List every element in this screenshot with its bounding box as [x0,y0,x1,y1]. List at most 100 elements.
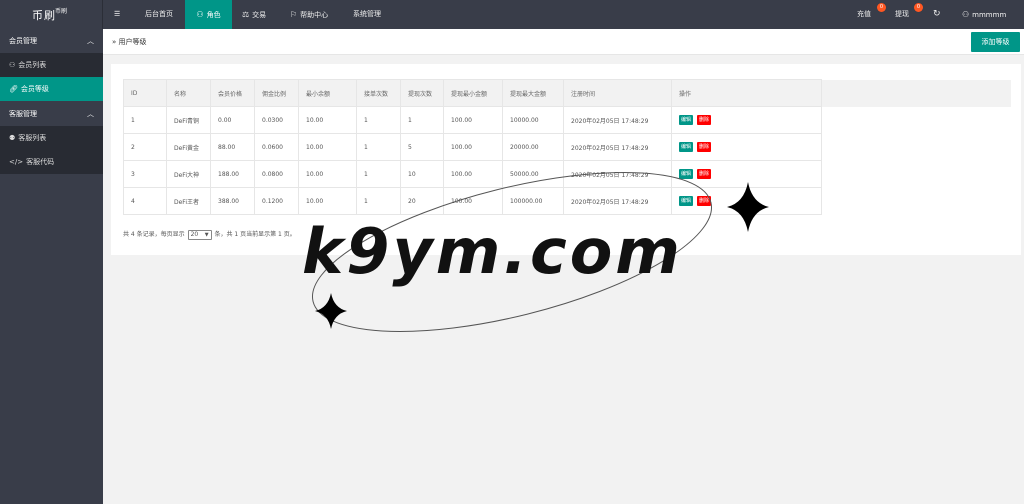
cell-order-count: 1 [356,106,401,134]
sidebar-item-service-code[interactable]: </> 客服代码 [0,150,103,174]
sidebar-group-member[interactable]: 会员管理 ︿ [0,29,103,53]
cell-actions: 编辑 删除 [671,106,822,134]
th-withdraw-count: 提现次数 [400,79,444,107]
th-reg-time: 注册时间 [563,79,672,107]
th-withdraw-min: 提现最小金额 [443,79,503,107]
logo-text: 币刷 [32,9,56,22]
cell-commission: 0.0800 [254,160,299,188]
chevron-up-icon: ︿ [87,37,94,45]
cell-id: 3 [123,160,167,188]
recharge-button[interactable]: 充值 [857,0,871,29]
delete-button[interactable]: 删除 [697,196,712,206]
th-price: 会员价格 [210,79,255,107]
sidebar-item-label: 会员列表 [18,61,47,69]
cell-withdraw-min: 100.00 [443,187,503,215]
cell-price: 388.00 [210,187,255,215]
cell-min-balance: 10.00 [298,106,357,134]
edit-button[interactable]: 编辑 [679,169,694,179]
cell-withdraw-min: 100.00 [443,160,503,188]
page-size-select[interactable]: 20 ▼ [187,229,212,240]
sidebar-item-service-list[interactable]: ⚉ 客服列表 [0,126,103,150]
th-commission: 佣金比例 [254,79,299,107]
cell-min-balance: 10.00 [298,133,357,161]
nav-home[interactable]: 后台首页 [134,0,184,29]
edit-button[interactable]: 编辑 [679,142,694,152]
breadcrumb-current[interactable]: 用户等级 [119,38,147,46]
cell-name: DeFi青铜 [166,106,211,134]
cell-id: 1 [123,106,167,134]
nav-trade[interactable]: ⚖ 交易 [242,0,266,29]
withdraw-button[interactable]: 提现 [895,0,909,29]
cell-commission: 0.0300 [254,106,299,134]
user-icon: ⚇ [9,61,16,69]
sidebar-item-member-list[interactable]: ⚇ 会员列表 [0,53,103,77]
nav-role[interactable]: ⚇ 角色 [185,0,232,29]
table-row: 3 DeFi大神 188.00 0.0800 10.00 1 10 100.00… [123,160,1011,188]
withdraw-badge: 0 [914,3,923,12]
user-menu[interactable]: ⚇ mmmmm [962,0,1006,29]
cell-price: 88.00 [210,133,255,161]
content-card: ID 名称 会员价格 佣金比例 最小余额 接单次数 提现次数 提现最小金额 提现… [111,64,1021,255]
cell-actions: 编辑 删除 [671,187,822,215]
cell-filler [821,106,1011,134]
withdraw-label: 提现 [895,10,909,18]
cell-min-balance: 10.00 [298,160,357,188]
sidebar-group-service[interactable]: 客服管理 ︿ [0,102,103,126]
cell-filler [821,133,1011,161]
th-name: 名称 [166,79,211,107]
chevron-down-icon: ▼ [204,231,209,238]
table-row: 2 DeFi黄金 88.00 0.0600 10.00 1 5 100.00 2… [123,133,1011,161]
pagination-suffix: 条，共 1 页当前显示第 1 页。 [214,231,296,238]
users-icon: ⚉ [9,134,16,142]
nav-help-label: 帮助中心 [300,11,329,19]
top-bar: 币刷 币刷 ☰ 后台首页 ⚇ 角色 ⚖ 交易 ⚐ 帮助中心 系统管理 充值 0 提现 … [0,0,1024,29]
flag-icon: ⚐ [290,10,298,19]
cell-order-count: 1 [356,187,401,215]
sidebar-item-label: 客服代码 [26,158,55,166]
cell-filler [821,187,1011,215]
add-level-button[interactable]: 添加等级 [971,32,1020,52]
table-row: 4 DeFi王者 388.00 0.1200 10.00 1 20 100.00… [123,187,1011,215]
level-table: ID 名称 会员价格 佣金比例 最小余额 接单次数 提现次数 提现最小金额 提现… [123,79,1011,215]
link-icon: 🔗︎ [9,85,18,93]
cell-withdraw-min: 100.00 [443,133,503,161]
sidebar-group-label: 客服管理 [9,110,37,118]
cell-order-count: 1 [356,160,401,188]
cell-order-count: 1 [356,133,401,161]
edit-button[interactable]: 编辑 [679,115,694,125]
cell-reg-time: 2020年02月05日 17:48:29 [563,106,672,134]
cell-price: 0.00 [210,106,255,134]
delete-button[interactable]: 删除 [697,142,712,152]
cell-filler [821,160,1011,188]
cell-withdraw-max: 100000.00 [502,187,564,215]
sidebar: 会员管理 ︿ ⚇ 会员列表 🔗︎ 会员等级 客服管理 ︿ ⚉ 客服列表 </> 客服代码 [0,29,103,504]
cell-reg-time: 2020年02月05日 17:48:29 [563,187,672,215]
cell-withdraw-count: 10 [400,160,444,188]
cell-reg-time: 2020年02月05日 17:48:29 [563,160,672,188]
menu-toggle-icon[interactable]: ☰ [114,0,126,29]
sidebar-item-member-level[interactable]: 🔗︎ 会员等级 [0,77,103,101]
th-order-count: 接单次数 [356,79,401,107]
breadcrumb-bar: » 用户等级 添加等级 [103,29,1024,55]
cell-name: DeFi大神 [166,160,211,188]
sidebar-item-label: 会员等级 [20,85,49,93]
th-filler [821,79,1011,107]
cell-withdraw-max: 50000.00 [502,160,564,188]
delete-button[interactable]: 删除 [697,169,712,179]
edit-button[interactable]: 编辑 [679,196,694,206]
logo-sub: 币刷 [55,8,68,15]
delete-button[interactable]: 删除 [697,115,712,125]
cell-name: DeFi王者 [166,187,211,215]
refresh-icon[interactable]: ↻ [933,0,941,29]
cell-commission: 0.0600 [254,133,299,161]
cell-price: 188.00 [210,160,255,188]
nav-system[interactable]: 系统管理 [353,0,381,29]
cell-commission: 0.1200 [254,187,299,215]
th-withdraw-max: 提现最大金额 [502,79,564,107]
cell-reg-time: 2020年02月05日 17:48:29 [563,133,672,161]
cell-withdraw-max: 20000.00 [502,133,564,161]
cell-actions: 编辑 删除 [671,133,822,161]
nav-help[interactable]: ⚐ 帮助中心 [290,0,328,29]
cell-id: 2 [123,133,167,161]
breadcrumb-arrow-icon: » [112,38,117,46]
